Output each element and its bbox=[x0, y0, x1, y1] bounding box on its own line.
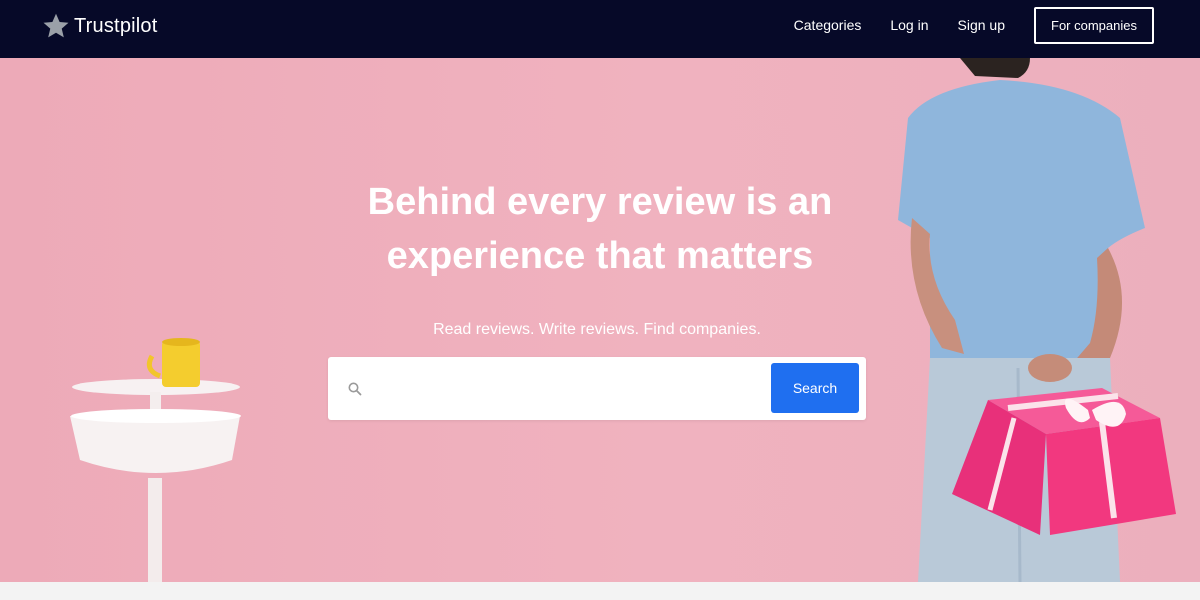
search-input[interactable] bbox=[372, 369, 766, 409]
top-navbar: Trustpilot Categories Log in Sign up For… bbox=[0, 0, 1200, 58]
hero-title-line2: experience that matters bbox=[386, 235, 814, 277]
hero-title-line1: Behind every review is an bbox=[367, 181, 833, 223]
hero-background-illustration bbox=[70, 58, 1176, 582]
for-companies-button[interactable]: For companies bbox=[1034, 6, 1154, 44]
nav-categories-link[interactable]: Categories bbox=[794, 17, 862, 33]
search-button[interactable]: Search bbox=[771, 363, 859, 413]
nav-login-link[interactable]: Log in bbox=[890, 17, 928, 33]
nav-signup-link[interactable]: Sign up bbox=[958, 17, 1005, 33]
side-table-illustration bbox=[70, 379, 241, 582]
hero-section: Behind every review is an experience tha… bbox=[0, 58, 1200, 582]
hero-subtitle: Read reviews. Write reviews. Find compan… bbox=[433, 321, 761, 338]
star-icon bbox=[43, 13, 69, 38]
brand-name: Trustpilot bbox=[74, 14, 158, 37]
search-icon bbox=[348, 382, 362, 396]
hero-title: Behind every review is an experience tha… bbox=[300, 175, 900, 283]
search-bar: Search bbox=[328, 357, 866, 420]
nav-links: Categories Log in Sign up For companies bbox=[794, 0, 1154, 50]
page-bottom-strip bbox=[0, 582, 1200, 600]
trustpilot-logo[interactable]: Trustpilot bbox=[42, 10, 158, 42]
